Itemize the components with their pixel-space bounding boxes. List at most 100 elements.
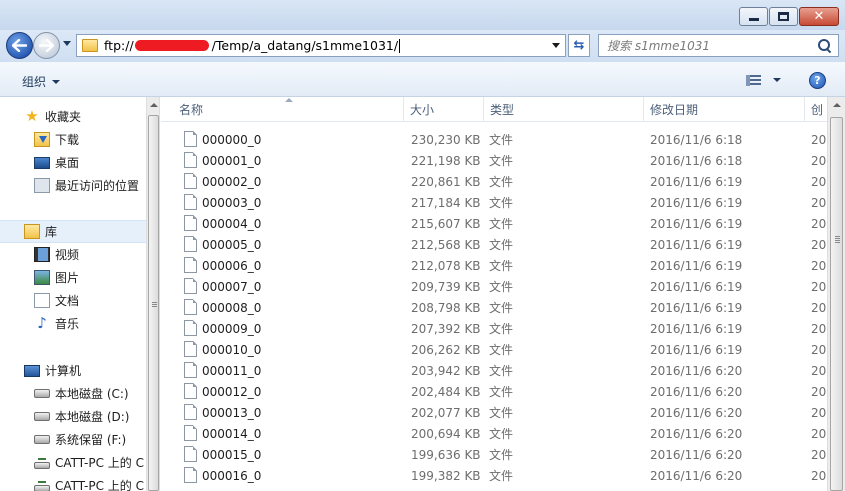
forward-button[interactable] <box>33 32 60 59</box>
help-button[interactable]: ? <box>809 72 826 89</box>
refresh-button[interactable]: ⇆ <box>568 34 590 57</box>
sidebar-scroll-thumb[interactable] <box>148 115 159 491</box>
table-row[interactable]: 000013_0 202,077 KB 文件 2016/11/6 6:20 20 <box>161 402 827 423</box>
file-size: 199,382 KB <box>411 468 481 483</box>
file-name: 000008_0 <box>202 300 262 315</box>
table-row[interactable]: 000002_0 220,861 KB 文件 2016/11/6 6:19 20 <box>161 171 827 192</box>
table-row[interactable]: 000008_0 208,798 KB 文件 2016/11/6 6:19 20 <box>161 297 827 318</box>
sidebar-item-pictures[interactable]: 图片 <box>0 266 146 289</box>
sidebar-item-label: 库 <box>45 225 58 239</box>
file-date-created: 20 <box>811 405 827 420</box>
sidebar-item-favorites[interactable]: ★ 收藏夹 <box>0 105 146 128</box>
table-row[interactable]: 000015_0 199,636 KB 文件 2016/11/6 6:20 20 <box>161 444 827 465</box>
minimize-icon <box>748 18 759 21</box>
scroll-up-arrow-icon[interactable] <box>150 103 158 107</box>
file-icon <box>184 341 197 357</box>
file-name: 000002_0 <box>202 174 262 189</box>
sidebar-item-drive-d[interactable]: 本地磁盘 (D:) <box>0 405 146 428</box>
sidebar-item-label: 图片 <box>55 271 80 285</box>
file-name: 000014_0 <box>202 426 262 441</box>
sidebar-item-recent-places[interactable]: 最近访问的位置 <box>0 174 146 197</box>
sidebar-item-libraries[interactable]: 库 <box>0 220 146 243</box>
file-type: 文件 <box>489 238 514 252</box>
change-view-button[interactable] <box>746 72 784 88</box>
library-folder-icon <box>24 224 40 239</box>
address-bar[interactable]: ftp:// /Temp/a_datang/s1mme1031/ <box>76 34 566 57</box>
table-row[interactable]: 000005_0 212,568 KB 文件 2016/11/6 6:19 20 <box>161 234 827 255</box>
table-row[interactable]: 000010_0 206,262 KB 文件 2016/11/6 6:19 20 <box>161 339 827 360</box>
column-header-type[interactable]: 类型 <box>484 97 644 122</box>
sidebar-item-computer[interactable]: 计算机 <box>0 359 146 382</box>
search-box[interactable] <box>598 34 839 57</box>
column-header-created[interactable]: 创 <box>805 97 827 122</box>
sidebar-item-network-drive-2[interactable]: CATT-PC 上的 C <box>0 474 146 491</box>
sidebar-item-label: 视频 <box>55 248 80 262</box>
maximize-button[interactable] <box>769 7 798 26</box>
sidebar-item-videos[interactable]: 视频 <box>0 243 146 266</box>
file-list-scroll-thumb[interactable] <box>830 117 843 491</box>
recent-pages-dropdown[interactable] <box>63 41 71 46</box>
file-icon <box>184 404 197 420</box>
text-caret <box>399 39 401 54</box>
file-size: 206,262 KB <box>411 342 481 357</box>
sidebar-item-documents[interactable]: 文档 <box>0 289 146 312</box>
table-row[interactable]: 000014_0 200,694 KB 文件 2016/11/6 6:20 20 <box>161 423 827 444</box>
search-input[interactable] <box>599 35 814 56</box>
file-size: 207,392 KB <box>411 321 481 336</box>
window-controls: ✕ <box>738 7 839 26</box>
table-row[interactable]: 000016_0 199,382 KB 文件 2016/11/6 6:20 20 <box>161 465 827 486</box>
sidebar-scrollbar[interactable] <box>146 97 159 491</box>
back-button[interactable] <box>6 32 33 59</box>
close-icon: ✕ <box>813 9 825 24</box>
column-header-label: 创 <box>811 103 824 117</box>
sidebar-item-label: 最近访问的位置 <box>55 179 140 193</box>
video-library-icon <box>34 247 50 262</box>
sidebar-item-label: 文档 <box>55 294 80 308</box>
column-header-size[interactable]: 大小 <box>404 97 484 122</box>
chevron-down-icon <box>773 78 781 82</box>
file-size: 199,636 KB <box>411 447 481 462</box>
file-name: 000009_0 <box>202 321 262 336</box>
organize-button[interactable]: 组织 <box>22 73 61 90</box>
table-row[interactable]: 000011_0 203,942 KB 文件 2016/11/6 6:20 20 <box>161 360 827 381</box>
address-path[interactable]: ftp:// /Temp/a_datang/s1mme1031/ <box>104 38 547 54</box>
sidebar-item-label: 桌面 <box>55 156 80 170</box>
table-row[interactable]: 000006_0 212,078 KB 文件 2016/11/6 6:19 20 <box>161 255 827 276</box>
sidebar-item-drive-c[interactable]: 本地磁盘 (C:) <box>0 382 146 405</box>
file-date-created: 20 <box>811 300 827 315</box>
file-icon <box>184 215 197 231</box>
table-row[interactable]: 000003_0 217,184 KB 文件 2016/11/6 6:19 20 <box>161 192 827 213</box>
command-toolbar: 组织 ? <box>0 62 845 97</box>
pictures-library-icon <box>34 270 50 285</box>
file-date-created: 20 <box>811 321 827 336</box>
table-row[interactable]: 000001_0 221,198 KB 文件 2016/11/6 6:18 20 <box>161 150 827 171</box>
sidebar-item-drive-f[interactable]: 系统保留 (F:) <box>0 428 146 451</box>
file-date-modified: 2016/11/6 6:20 <box>650 447 743 462</box>
column-header-date-modified[interactable]: 修改日期 <box>644 97 805 122</box>
search-icon[interactable] <box>814 36 834 56</box>
close-button[interactable]: ✕ <box>799 7 839 26</box>
minimize-button[interactable] <box>739 7 768 26</box>
file-size: 220,861 KB <box>411 174 481 189</box>
sidebar-item-desktop[interactable]: 桌面 <box>0 151 146 174</box>
file-date-modified: 2016/11/6 6:20 <box>650 405 743 420</box>
file-name: 000000_0 <box>202 132 262 147</box>
scroll-up-arrow-icon[interactable] <box>833 103 841 107</box>
table-row[interactable]: 000007_0 209,739 KB 文件 2016/11/6 6:19 20 <box>161 276 827 297</box>
computer-group: 计算机 本地磁盘 (C:) 本地磁盘 (D:) 系统保留 (F:) CATT-P… <box>0 359 146 491</box>
table-row[interactable]: 000000_0 230,230 KB 文件 2016/11/6 6:18 20 <box>161 129 827 150</box>
file-date-modified: 2016/11/6 6:19 <box>650 342 743 357</box>
network-drive-icon <box>34 457 50 469</box>
table-row[interactable]: 000009_0 207,392 KB 文件 2016/11/6 6:19 20 <box>161 318 827 339</box>
column-header-name[interactable]: 名称 <box>161 97 404 122</box>
sidebar-item-downloads[interactable]: 下载 <box>0 128 146 151</box>
sidebar-item-network-drive-1[interactable]: CATT-PC 上的 C <box>0 451 146 474</box>
grip-icon <box>152 302 157 308</box>
sidebar-item-music[interactable]: ♪ 音乐 <box>0 312 146 335</box>
address-dropdown-button[interactable] <box>547 35 565 56</box>
table-row[interactable]: 000012_0 202,484 KB 文件 2016/11/6 6:20 20 <box>161 381 827 402</box>
file-date-created: 20 <box>811 426 827 441</box>
file-list-scrollbar[interactable] <box>827 97 845 491</box>
file-date-modified: 2016/11/6 6:19 <box>650 174 743 189</box>
table-row[interactable]: 000004_0 215,607 KB 文件 2016/11/6 6:19 20 <box>161 213 827 234</box>
